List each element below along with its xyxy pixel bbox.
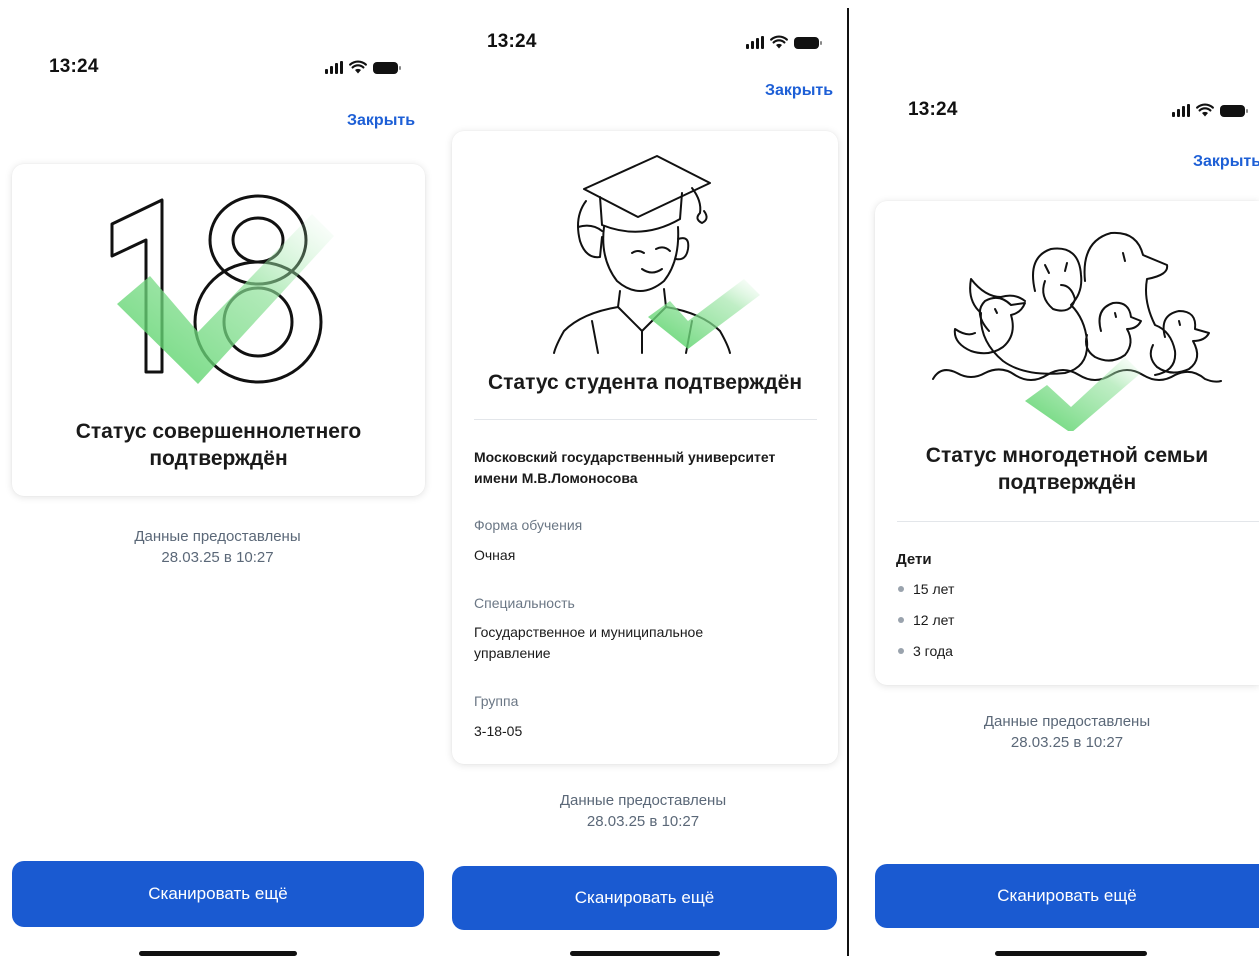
provided-datetime: 28.03.25 в 10:27 [161, 549, 274, 566]
system-icons [746, 35, 822, 49]
provided-label: Данные предоставлены [134, 528, 301, 545]
university-line-1: Московский государственный университет [474, 449, 776, 465]
battery-icon [794, 37, 822, 49]
signal-icon [325, 61, 343, 74]
university-line-2: имени М.В.Ломоносова [474, 470, 638, 486]
provided-label: Данные предоставлены [983, 713, 1151, 730]
wifi-icon [1196, 103, 1214, 117]
wifi-icon [349, 60, 367, 74]
screen-separator [847, 8, 849, 956]
signal-icon [746, 36, 764, 49]
screen-student-status: 13:24 Закрыть Статус студента подтверждё… [441, 0, 845, 956]
divider [897, 521, 1259, 522]
status-title-line-1: Статус многодетной семьи [925, 444, 1209, 467]
home-indicator [995, 951, 1147, 956]
status-time: 13:24 [49, 56, 99, 77]
status-title-line-2: подтверждён [997, 471, 1137, 494]
scan-again-button[interactable]: Сканировать ещё [452, 866, 837, 930]
provided-info: Данные предоставлены 28.03.25 в 10:27 [875, 711, 1259, 753]
list-item: 12 лет [898, 612, 954, 628]
status-time: 13:24 [908, 99, 958, 120]
list-item: 15 лет [898, 581, 954, 597]
provided-label: Данные предоставлены [559, 792, 727, 809]
system-icons [1172, 103, 1248, 117]
status-time: 13:24 [487, 31, 537, 52]
status-title-line-2: подтверждён [149, 447, 288, 470]
screen-adult-status: 13:24 Закрыть Статус совершеннолетнего п… [0, 0, 435, 956]
child-age: 15 лет [913, 581, 955, 597]
provided-info: Данные предоставлены 28.03.25 в 10:27 [0, 526, 435, 568]
provided-datetime: 28.03.25 в 10:27 [1010, 734, 1124, 751]
signal-icon [1172, 104, 1190, 117]
checkmark-icon [1025, 357, 1141, 431]
student-illustration [553, 155, 760, 354]
scan-again-button[interactable]: Сканировать ещё [12, 861, 424, 927]
list-item: 3 года [898, 643, 953, 659]
status-title: Статус студента подтверждён [487, 371, 803, 394]
field-label-group: Группа [474, 693, 519, 709]
field-value-line: Государственное и муниципальное [474, 624, 704, 640]
status-card: Статус студента подтверждён Московский г… [452, 131, 838, 764]
field-value-line: Очная [474, 547, 516, 563]
scan-again-button[interactable]: Сканировать ещё [875, 864, 1259, 928]
field-value-group: 3-18-05 [474, 721, 522, 742]
status-title: Статус многодетной семьи подтверждён [875, 442, 1259, 496]
field-value-study-form: Очная [474, 545, 515, 566]
university-name: Московский государственный университет и… [474, 447, 775, 489]
home-indicator [139, 951, 297, 956]
checkmark-icon [117, 214, 334, 384]
status-card: Статус совершеннолетнего подтверждён [12, 164, 425, 496]
number-18-illustration [110, 194, 334, 384]
child-age: 12 лет [913, 612, 955, 628]
bullet-icon [898, 617, 904, 623]
field-label-study-form: Форма обучения [474, 517, 583, 533]
provided-info: Данные предоставлены 28.03.25 в 10:27 [441, 790, 845, 832]
close-button[interactable]: Закрыть [347, 112, 415, 130]
field-value-line: 3-18-05 [474, 723, 523, 739]
field-value-specialty: Государственное и муниципальное управлен… [474, 622, 703, 664]
bullet-icon [898, 648, 904, 654]
screen-large-family-status: 13:24 Закрыть Статус многодетной семьи п… [864, 0, 1259, 956]
bullet-icon [898, 586, 904, 592]
system-icons [325, 60, 401, 74]
divider [474, 419, 817, 420]
children-title: Дети [896, 551, 932, 568]
field-label-specialty: Специальность [474, 595, 575, 611]
field-value-line: управление [474, 645, 551, 661]
close-button[interactable]: Закрыть [1193, 153, 1259, 171]
child-age: 3 года [913, 643, 953, 659]
provided-datetime: 28.03.25 в 10:27 [586, 813, 700, 830]
status-title-line-1: Статус совершеннолетнего [75, 420, 362, 443]
close-button[interactable]: Закрыть [765, 82, 833, 100]
status-bar: 13:24 [864, 98, 1259, 128]
wifi-icon [770, 35, 788, 49]
duck-family-illustration [932, 231, 1222, 431]
home-indicator [570, 951, 720, 956]
battery-icon [1220, 105, 1248, 117]
battery-icon [373, 62, 401, 74]
status-title: Статус совершеннолетнего подтверждён [12, 418, 425, 472]
status-card: Статус многодетной семьи подтверждён Дет… [875, 201, 1259, 685]
status-bar: 13:24 [0, 55, 435, 85]
status-bar: 13:24 [441, 30, 845, 60]
